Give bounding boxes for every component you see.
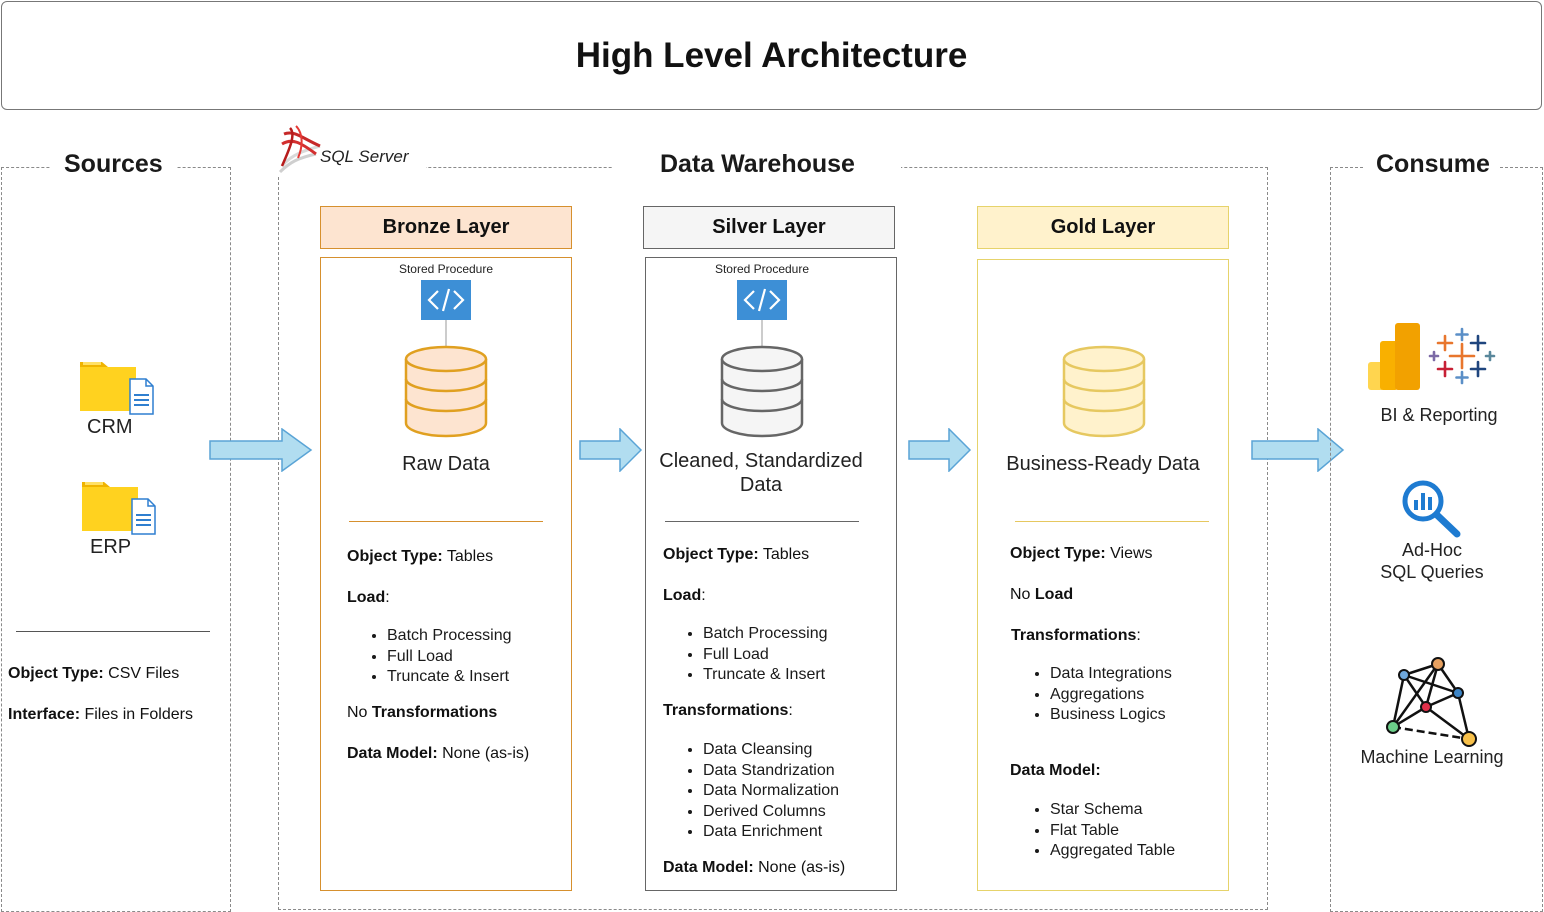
list-item: Truncate & Insert	[703, 665, 828, 686]
title-box: High Level Architecture	[1, 1, 1542, 110]
bronze-layer-header: Bronze Layer	[320, 206, 572, 249]
arrow-sources-to-bronze	[209, 428, 313, 472]
consume-machine-learning-label: Machine Learning	[1360, 747, 1504, 767]
list-item: Data Integrations	[1050, 664, 1172, 685]
bronze-transformations: No Transformations	[347, 704, 498, 721]
bronze-stored-procedure-label: Stored Procedure	[398, 262, 494, 276]
gold-transform-list: Data Integrations Aggregations Business …	[1032, 664, 1172, 726]
source-erp-label: ERP	[90, 536, 132, 558]
bronze-database-icon	[404, 345, 488, 438]
gold-divider	[1015, 521, 1209, 522]
bronze-stored-procedure-icon	[421, 280, 471, 320]
arrow-bronze-to-silver	[579, 428, 643, 472]
sql-server-icon	[278, 125, 321, 174]
crm-folder-icon	[80, 362, 154, 415]
bronze-data-model: Data Model: None (as-is)	[347, 745, 530, 762]
page-title: High Level Architecture	[575, 35, 968, 75]
sources-interface: Interface: Files in Folders	[8, 706, 193, 723]
silver-data-model: Data Model: None (as-is)	[663, 859, 846, 876]
list-item: Aggregated Table	[1050, 841, 1175, 862]
bi-tools-icon	[1368, 323, 1496, 390]
list-item: Flat Table	[1050, 821, 1175, 842]
sources-title: Sources	[50, 150, 177, 179]
gold-database-icon	[1062, 345, 1146, 438]
silver-load-list: Batch Processing Full Load Truncate & In…	[685, 624, 828, 686]
silver-load: Load:	[663, 587, 706, 604]
bronze-load: Load:	[347, 589, 390, 606]
list-item: Batch Processing	[703, 624, 828, 645]
list-item: Aggregations	[1050, 685, 1172, 706]
arrow-silver-to-gold	[908, 428, 972, 472]
erp-folder-icon	[82, 482, 156, 535]
list-item: Truncate & Insert	[387, 667, 512, 688]
silver-database-icon	[720, 345, 804, 438]
consume-bi-reporting-label: BI & Reporting	[1380, 405, 1498, 425]
gold-transformations: Transformations:	[1011, 627, 1141, 644]
sources-divider	[16, 631, 210, 632]
silver-stored-procedure-icon	[737, 280, 787, 320]
gold-data-label: Business-Ready Data	[1006, 453, 1200, 475]
list-item: Data Cleansing	[703, 740, 839, 761]
silver-data-label-line1: Cleaned, Standardized	[659, 450, 863, 472]
warehouse-title: Data Warehouse	[612, 150, 901, 179]
query-magnifier-icon	[1402, 480, 1461, 538]
list-item: Data Normalization	[703, 781, 839, 802]
silver-stored-procedure-label: Stored Procedure	[714, 262, 810, 276]
bronze-divider	[349, 521, 543, 522]
list-item: Data Standrization	[703, 761, 839, 782]
network-graph-icon	[1386, 657, 1477, 747]
silver-data-label-line2: Data	[739, 474, 783, 496]
gold-data-model: Data Model:	[1010, 762, 1101, 779]
bronze-load-list: Batch Processing Full Load Truncate & In…	[369, 626, 512, 688]
list-item: Star Schema	[1050, 800, 1175, 821]
list-item: Data Enrichment	[703, 822, 839, 843]
silver-object-type: Object Type: Tables	[663, 546, 810, 563]
gold-load: No Load	[1010, 586, 1074, 603]
consume-title: Consume	[1364, 150, 1498, 179]
silver-layer-header: Silver Layer	[643, 206, 895, 249]
list-item: Derived Columns	[703, 802, 839, 823]
list-item: Full Load	[703, 645, 828, 666]
silver-divider	[665, 521, 859, 522]
gold-layer-header: Gold Layer	[977, 206, 1229, 249]
consume-adhoc-label-line2: SQL Queries	[1380, 562, 1484, 582]
sql-server-label: SQL Server	[320, 147, 409, 166]
silver-transformations: Transformations:	[663, 702, 793, 719]
consume-adhoc-label-line1: Ad-Hoc	[1401, 540, 1463, 560]
list-item: Batch Processing	[387, 626, 512, 647]
list-item: Business Logics	[1050, 705, 1172, 726]
bronze-object-type: Object Type: Tables	[347, 548, 494, 565]
list-item: Full Load	[387, 647, 512, 668]
gold-data-model-list: Star Schema Flat Table Aggregated Table	[1032, 800, 1175, 862]
bronze-data-label: Raw Data	[402, 453, 490, 475]
silver-transform-list: Data Cleansing Data Standrization Data N…	[685, 740, 839, 843]
sources-object-type: Object Type: CSV Files	[8, 665, 180, 682]
source-crm-label: CRM	[87, 416, 133, 438]
gold-object-type: Object Type: Views	[1010, 545, 1153, 562]
